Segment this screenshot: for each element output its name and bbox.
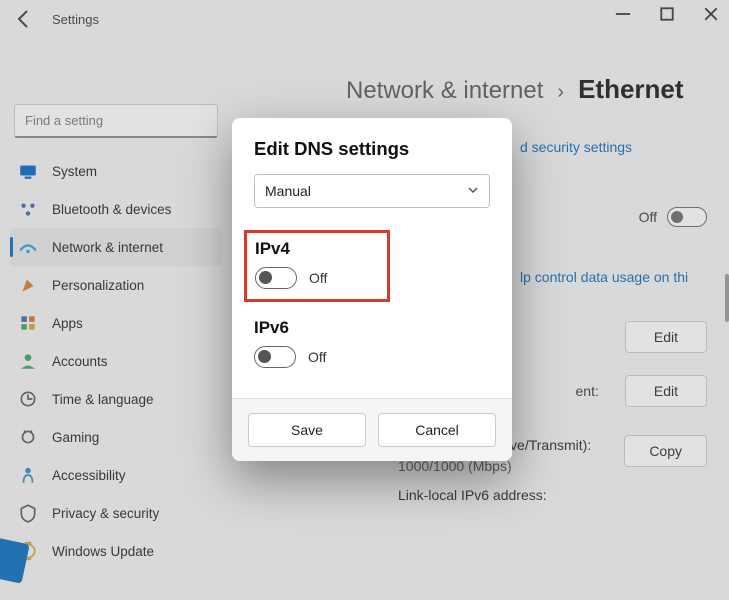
ipv4-state: Off <box>309 270 327 286</box>
sidebar-item-bluetooth-devices[interactable]: Bluetooth & devices <box>10 190 222 228</box>
chevron-down-icon <box>467 183 479 199</box>
breadcrumb-separator: › <box>557 81 564 104</box>
nav-label: Privacy & security <box>52 506 214 521</box>
breadcrumb-current: Ethernet <box>578 74 683 105</box>
nav-label: Personalization <box>52 278 214 293</box>
breadcrumb-parent[interactable]: Network & internet <box>346 77 543 105</box>
nav-label: Network & internet <box>52 240 214 255</box>
ipv6-toggle[interactable] <box>254 346 296 368</box>
back-button[interactable] <box>14 9 34 29</box>
nav-icon <box>18 503 38 523</box>
save-button[interactable]: Save <box>248 413 366 447</box>
nav-label: Accessibility <box>52 468 214 483</box>
nav-icon <box>18 389 38 409</box>
nav-label: Apps <box>52 316 214 331</box>
edit-button-2[interactable]: Edit <box>625 375 707 407</box>
nav-label: Gaming <box>52 430 214 445</box>
scrollbar-thumb[interactable] <box>725 274 729 322</box>
nav-icon <box>18 313 38 333</box>
sidebar-item-network-internet[interactable]: Network & internet <box>10 228 222 266</box>
sidebar-item-time-language[interactable]: Time & language <box>10 380 222 418</box>
nav-icon <box>18 161 38 181</box>
nav-icon <box>18 237 38 257</box>
sidebar-item-apps[interactable]: Apps <box>10 304 222 342</box>
sidebar-item-windows-update[interactable]: Windows Update <box>10 532 222 570</box>
nav-icon <box>18 351 38 371</box>
close-button[interactable] <box>701 4 721 24</box>
titlebar: Settings <box>0 0 729 38</box>
ipv6-title: IPv6 <box>254 318 490 338</box>
dns-mode-value: Manual <box>265 183 311 199</box>
nav-icon <box>18 465 38 485</box>
nav-icon <box>18 275 38 295</box>
nav-label: Bluetooth & devices <box>52 202 214 217</box>
sidebar-item-personalization[interactable]: Personalization <box>10 266 222 304</box>
window-title: Settings <box>52 12 99 27</box>
sidebar-item-privacy-security[interactable]: Privacy & security <box>10 494 222 532</box>
window-controls <box>613 4 721 24</box>
minimize-button[interactable] <box>613 4 633 24</box>
nav-label: Accounts <box>52 354 214 369</box>
ipv6-state: Off <box>308 349 326 365</box>
sidebar-item-gaming[interactable]: Gaming <box>10 418 222 456</box>
ipv4-title: IPv4 <box>255 239 327 259</box>
search-input[interactable] <box>14 104 218 138</box>
accent-decoration <box>0 536 30 583</box>
edit-button-1[interactable]: Edit <box>625 321 707 353</box>
copy-button[interactable]: Copy <box>624 435 707 467</box>
dialog-title: Edit DNS settings <box>254 138 490 160</box>
nav-list: System Bluetooth & devices Network & inter… <box>10 152 222 570</box>
off-label: Off <box>639 209 657 225</box>
nav-icon <box>18 427 38 447</box>
nav-label: Time & language <box>52 392 214 407</box>
dns-mode-select[interactable]: Manual <box>254 174 490 208</box>
sidebar: System Bluetooth & devices Network & inter… <box>0 38 230 600</box>
ipv4-toggle[interactable] <box>255 267 297 289</box>
cancel-button[interactable]: Cancel <box>378 413 496 447</box>
ipv4-highlight: IPv4 Off <box>244 230 390 302</box>
metered-toggle[interactable] <box>667 207 707 227</box>
nav-label: System <box>52 164 214 179</box>
maximize-button[interactable] <box>657 4 677 24</box>
sidebar-item-accounts[interactable]: Accounts <box>10 342 222 380</box>
breadcrumb: Network & internet › Ethernet <box>230 74 729 105</box>
nav-icon <box>18 199 38 219</box>
dns-dialog: Edit DNS settings Manual IPv4 Off IPv6 O… <box>232 118 512 461</box>
ipv6-address-label: Link-local IPv6 address: <box>398 485 594 506</box>
sidebar-item-system[interactable]: System <box>10 152 222 190</box>
row-tail: ent: <box>576 383 599 399</box>
nav-label: Windows Update <box>52 544 214 559</box>
sidebar-item-accessibility[interactable]: Accessibility <box>10 456 222 494</box>
